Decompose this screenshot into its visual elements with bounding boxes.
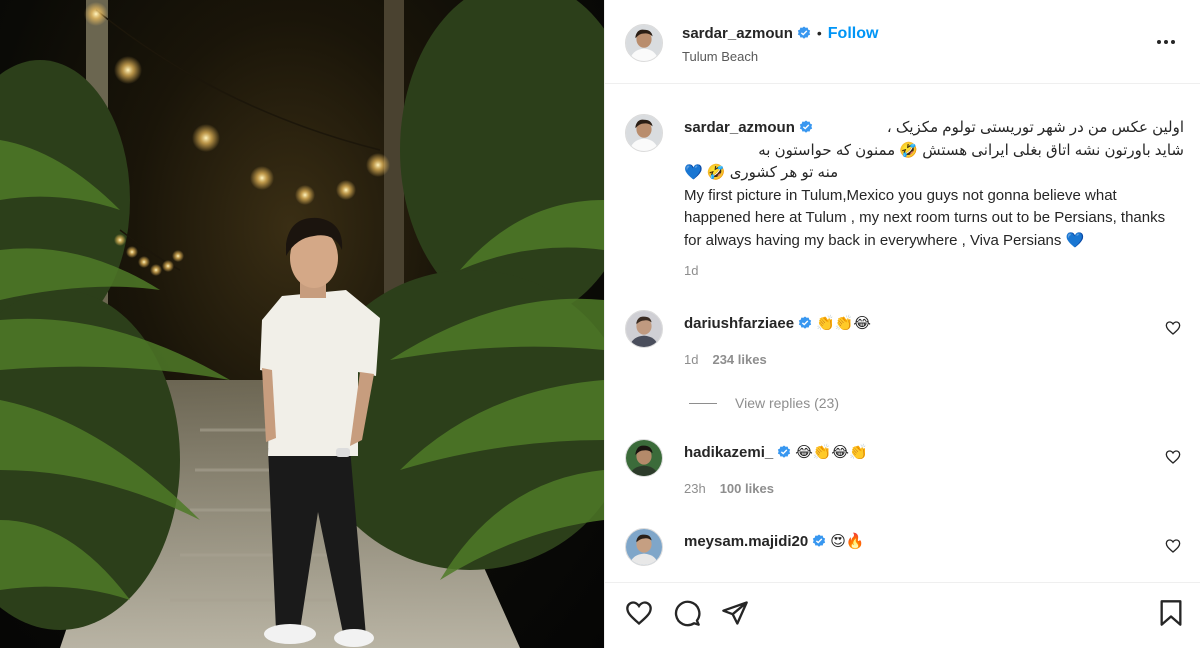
verified-badge-icon xyxy=(778,445,791,458)
verified-badge-icon xyxy=(798,316,812,329)
comment-timestamp[interactable]: 1d xyxy=(684,352,698,367)
caption-persian-line-1: اولین عکس من در شهر توریستی تولوم مکزیک … xyxy=(886,119,1184,136)
comment-icon xyxy=(674,600,701,627)
avatar-image xyxy=(626,25,662,61)
save-button[interactable] xyxy=(1157,599,1185,627)
more-options-icon[interactable] xyxy=(1157,34,1179,50)
commenter-username[interactable]: dariushfarziaee xyxy=(684,315,794,332)
comment-line: dariushfarziaee 👏👏😂 xyxy=(684,314,871,332)
post-photo[interactable] xyxy=(0,0,604,648)
share-icon xyxy=(722,601,748,625)
photo-scene xyxy=(0,0,604,648)
follow-button[interactable]: Follow xyxy=(828,25,879,42)
comment-text: 😂👏😂👏 xyxy=(795,444,868,461)
verified-badge-icon xyxy=(797,26,810,39)
caption-text: sardar_azmoun اولین عکس من در شهر توریست… xyxy=(684,117,1184,252)
comment-meta: 1d 234 likes xyxy=(684,352,767,367)
avatar-image xyxy=(626,440,662,476)
view-replies-button[interactable]: View replies (23) xyxy=(689,395,839,411)
author-username[interactable]: sardar_azmoun xyxy=(682,25,793,42)
commenter-avatar[interactable] xyxy=(625,439,663,477)
comment-line: hadikazemi_ 😂👏😂👏 xyxy=(684,443,868,461)
post-action-bar xyxy=(605,582,1200,648)
author-avatar[interactable] xyxy=(625,24,663,62)
post-header: sardar_azmoun • Follow Tulum Beach xyxy=(605,0,1200,84)
comment-line: meysam.majidi20 😍🔥 xyxy=(684,532,865,550)
view-replies-label: View replies (23) xyxy=(735,395,840,411)
separator-dot: • xyxy=(816,25,822,41)
commenter-avatar[interactable] xyxy=(625,528,663,566)
caption-timestamp[interactable]: 1d xyxy=(684,263,698,278)
caption-persian-line-3: منه تو هر کشوری 🤣 💙 xyxy=(684,164,839,181)
comment-meta: 23h 100 likes xyxy=(684,481,774,496)
comment-likes[interactable]: 234 likes xyxy=(712,352,766,367)
save-icon xyxy=(1160,600,1182,626)
caption-avatar[interactable] xyxy=(625,114,663,152)
commenter-username[interactable]: hadikazemi_ xyxy=(684,444,773,461)
post-location[interactable]: Tulum Beach xyxy=(682,49,758,64)
heart-icon[interactable] xyxy=(1165,320,1181,336)
caption-english: My first picture in Tulum,Mexico you guy… xyxy=(684,186,1166,249)
avatar-image xyxy=(626,529,662,565)
comment-text: 👏👏😂 xyxy=(816,315,871,332)
caption-persian-line-2: شاید باورتون نشه اتاق بغلی ایرانی هستش 🤣… xyxy=(758,141,1184,159)
heart-icon xyxy=(626,601,652,626)
avatar-image xyxy=(626,115,662,151)
comment-likes[interactable]: 100 likes xyxy=(720,481,774,496)
commenter-avatar[interactable] xyxy=(625,310,663,348)
verified-badge-icon xyxy=(813,534,826,547)
comment-timestamp[interactable]: 23h xyxy=(684,481,706,496)
avatar-image xyxy=(626,311,662,347)
replies-divider xyxy=(689,402,717,404)
heart-icon[interactable] xyxy=(1165,449,1181,465)
like-button[interactable] xyxy=(625,599,653,627)
share-button[interactable] xyxy=(721,599,749,627)
comment-button[interactable] xyxy=(673,599,701,627)
post-detail-panel: sardar_azmoun • Follow Tulum Beach sardar_… xyxy=(604,0,1200,648)
heart-icon[interactable] xyxy=(1165,538,1181,554)
header-user-line: sardar_azmoun • Follow xyxy=(682,25,878,43)
caption-username[interactable]: sardar_azmoun xyxy=(684,119,795,136)
verified-badge-icon xyxy=(799,120,812,133)
comment-text: 😍🔥 xyxy=(830,533,865,550)
commenter-username[interactable]: meysam.majidi20 xyxy=(684,533,808,550)
